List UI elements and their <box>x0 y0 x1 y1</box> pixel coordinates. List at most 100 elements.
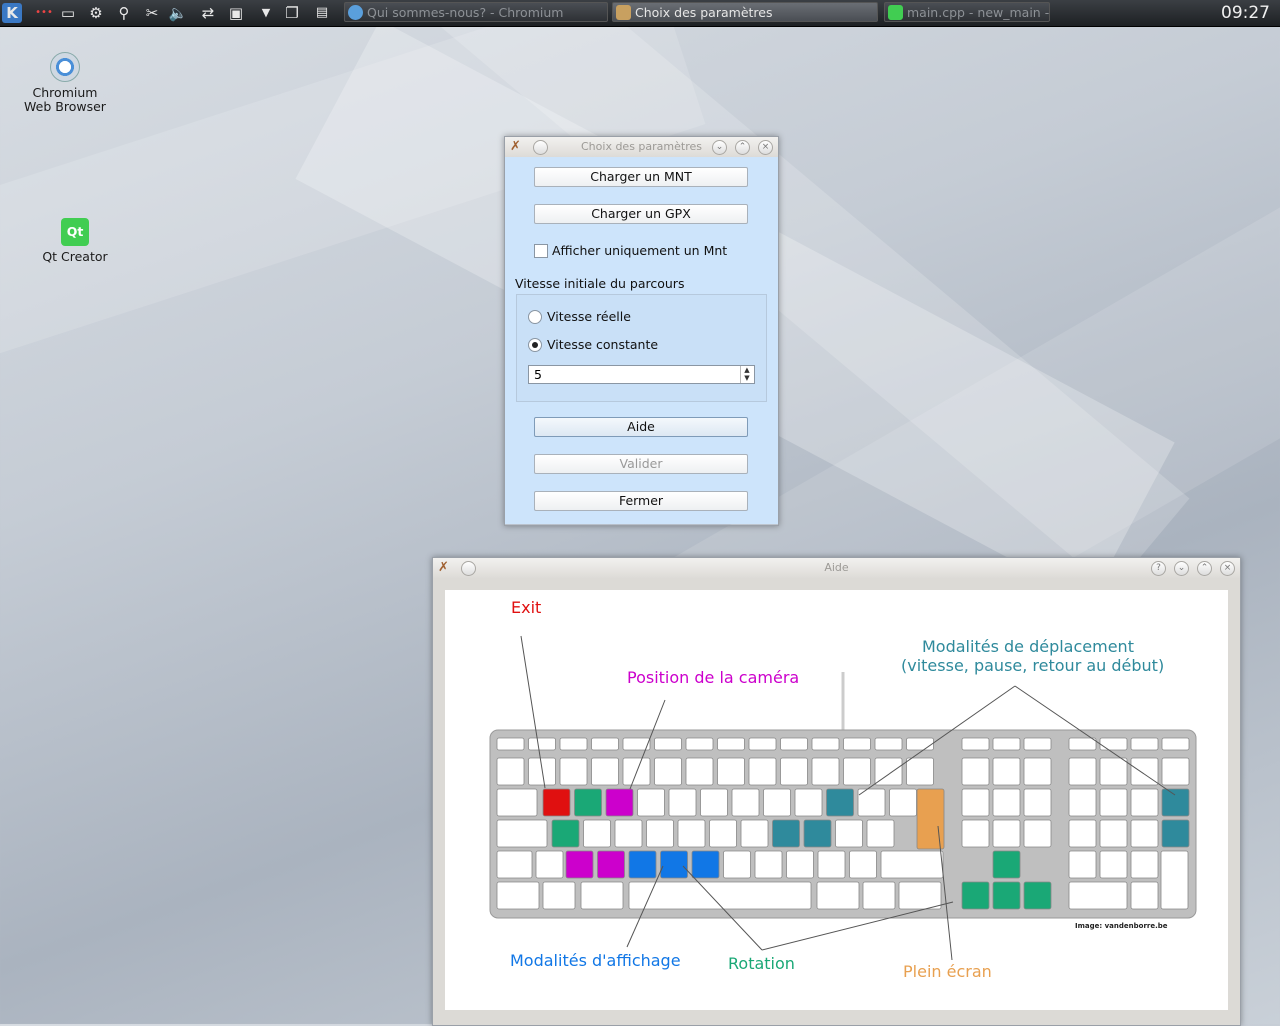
tools-icon[interactable]: ✗ <box>509 140 522 153</box>
keyboard-key <box>1130 737 1159 751</box>
task-qt-creator[interactable]: main.cpp - new_main - Qt Creator <box>884 2 1050 22</box>
keyboard-key <box>874 737 903 751</box>
keyboard-key <box>660 850 688 879</box>
clock[interactable]: 09:27 <box>1221 2 1270 24</box>
help-titlebar[interactable]: ✗ Aide ? ⌄ ⌃ × <box>433 558 1240 578</box>
keyboard-key <box>754 850 783 879</box>
load-mnt-button[interactable]: Charger un MNT <box>534 167 748 187</box>
validate-button[interactable]: Valider <box>534 454 748 474</box>
keyboard-key <box>992 737 1021 751</box>
keyboard-key <box>961 881 990 910</box>
keyboard-key <box>961 819 990 848</box>
close-dialog-button[interactable]: Fermer <box>534 491 748 511</box>
keyboard-key <box>992 881 1021 910</box>
kde-menu-icon[interactable]: K <box>2 3 22 23</box>
keyboard-key <box>1023 737 1052 751</box>
keyboard-key <box>496 881 540 910</box>
help-title: Aide <box>824 561 849 574</box>
close-button[interactable]: × <box>758 140 773 155</box>
keyboard-key <box>786 850 814 879</box>
keyboard-key <box>1023 757 1052 786</box>
task-chromium[interactable]: Qui sommes-nous? - Chromium <box>344 2 608 22</box>
keyboard-key <box>1161 737 1190 751</box>
keyboard-key <box>565 850 594 879</box>
help-context-button[interactable]: ? <box>1151 561 1166 576</box>
folder-icon[interactable]: ▭ <box>58 3 78 23</box>
keyboard-key <box>717 757 745 786</box>
keyboard-key <box>591 737 619 751</box>
desktop-icon-chromium[interactable]: Chromium Web Browser <box>20 52 110 114</box>
keyboard-key <box>628 850 657 879</box>
settings-icon[interactable]: ⚙ <box>86 3 106 23</box>
keyboard-key <box>717 737 745 751</box>
keyboard-key <box>1130 819 1159 848</box>
volume-icon[interactable]: 🔈 <box>168 3 188 23</box>
calendar-icon[interactable]: ▤ <box>312 3 332 23</box>
keyboard-key <box>772 819 800 848</box>
keyboard-key <box>740 819 769 848</box>
chromium-icon <box>348 5 363 20</box>
maximize-button[interactable]: ⌃ <box>735 140 750 155</box>
load-gpx-button[interactable]: Charger un GPX <box>534 204 748 224</box>
keyboard-key <box>992 850 1021 879</box>
maximize-button[interactable]: ⌃ <box>1197 561 1212 576</box>
keyboard-key <box>898 881 942 910</box>
only-mnt-checkbox[interactable] <box>534 244 548 258</box>
keyboard-key <box>816 881 860 910</box>
task-choix-parametres[interactable]: Choix des paramètres <box>612 2 878 22</box>
keyboard-key <box>1068 757 1097 786</box>
desktop-icon-label: Chromium Web Browser <box>24 85 106 114</box>
speed-value: 5 <box>534 367 542 382</box>
keyboard-key <box>843 757 871 786</box>
desktop-icon-qt-creator[interactable]: Qt Qt Creator <box>30 218 120 264</box>
sticky-button[interactable] <box>533 140 548 155</box>
apps-icon[interactable]: ••• <box>34 3 54 23</box>
keyboard-key <box>614 819 643 848</box>
cut-icon[interactable]: ✂ <box>142 3 162 23</box>
keyboard-key <box>535 850 564 879</box>
spin-up-icon[interactable]: ▲ <box>740 366 753 374</box>
keyboard-key <box>691 850 720 879</box>
spin-down-icon[interactable]: ▼ <box>740 374 753 383</box>
network-icon[interactable]: ⚲ <box>114 3 134 23</box>
sticky-button[interactable] <box>461 561 476 576</box>
keyboard-key <box>849 850 877 879</box>
keyboard-key <box>992 819 1021 848</box>
keyboard-key <box>1160 850 1189 910</box>
minimize-button[interactable]: ⌄ <box>712 140 727 155</box>
keyboard-key <box>803 819 832 848</box>
windows-icon[interactable]: ❐ <box>282 3 302 23</box>
keyboard-key <box>496 757 525 786</box>
minimize-button[interactable]: ⌄ <box>1174 561 1189 576</box>
chromium-icon <box>50 52 80 82</box>
keyboard-key <box>961 788 990 817</box>
dialog-choix-parametres: ✗ Choix des paramètres ⌄ ⌃ × Charger un … <box>504 136 779 526</box>
taskbar: K ••• ▭ ⚙ ⚲ ✂ 🔈 ⇄ ▣ ▼ ❐ ▤ Qui sommes-nou… <box>0 0 1280 27</box>
keyboard-diagram <box>489 635 1197 961</box>
speed-spinbox[interactable]: 5 ▲ ▼ <box>528 365 755 384</box>
constant-speed-radio[interactable] <box>528 338 542 352</box>
dialog-titlebar[interactable]: ✗ Choix des paramètres ⌄ ⌃ × <box>505 137 778 157</box>
keyboard-key <box>1023 788 1052 817</box>
keyboard-key <box>889 788 917 817</box>
keyboard-key <box>542 788 571 817</box>
menu-arrow-icon[interactable]: ▼ <box>256 3 276 23</box>
keyboard-key <box>992 757 1021 786</box>
keyboard-key <box>1099 788 1128 817</box>
keyboard-key <box>528 737 556 751</box>
keyboard-key <box>668 788 697 817</box>
keyboard-key <box>748 757 777 786</box>
keyboard-key <box>496 850 533 879</box>
help-button[interactable]: Aide <box>534 417 748 437</box>
qt-creator-icon <box>888 5 903 20</box>
keyboard-key <box>583 819 611 848</box>
tools-icon <box>616 5 631 20</box>
keyboard-key <box>826 788 854 817</box>
keyboard-key <box>654 737 682 751</box>
real-speed-radio[interactable] <box>528 310 542 324</box>
tools-icon[interactable]: ✗ <box>437 561 450 574</box>
usb-icon[interactable]: ⇄ <box>198 3 218 23</box>
printer-icon[interactable]: ▣ <box>226 3 246 23</box>
keyboard-key <box>605 788 634 817</box>
close-button[interactable]: × <box>1220 561 1235 576</box>
